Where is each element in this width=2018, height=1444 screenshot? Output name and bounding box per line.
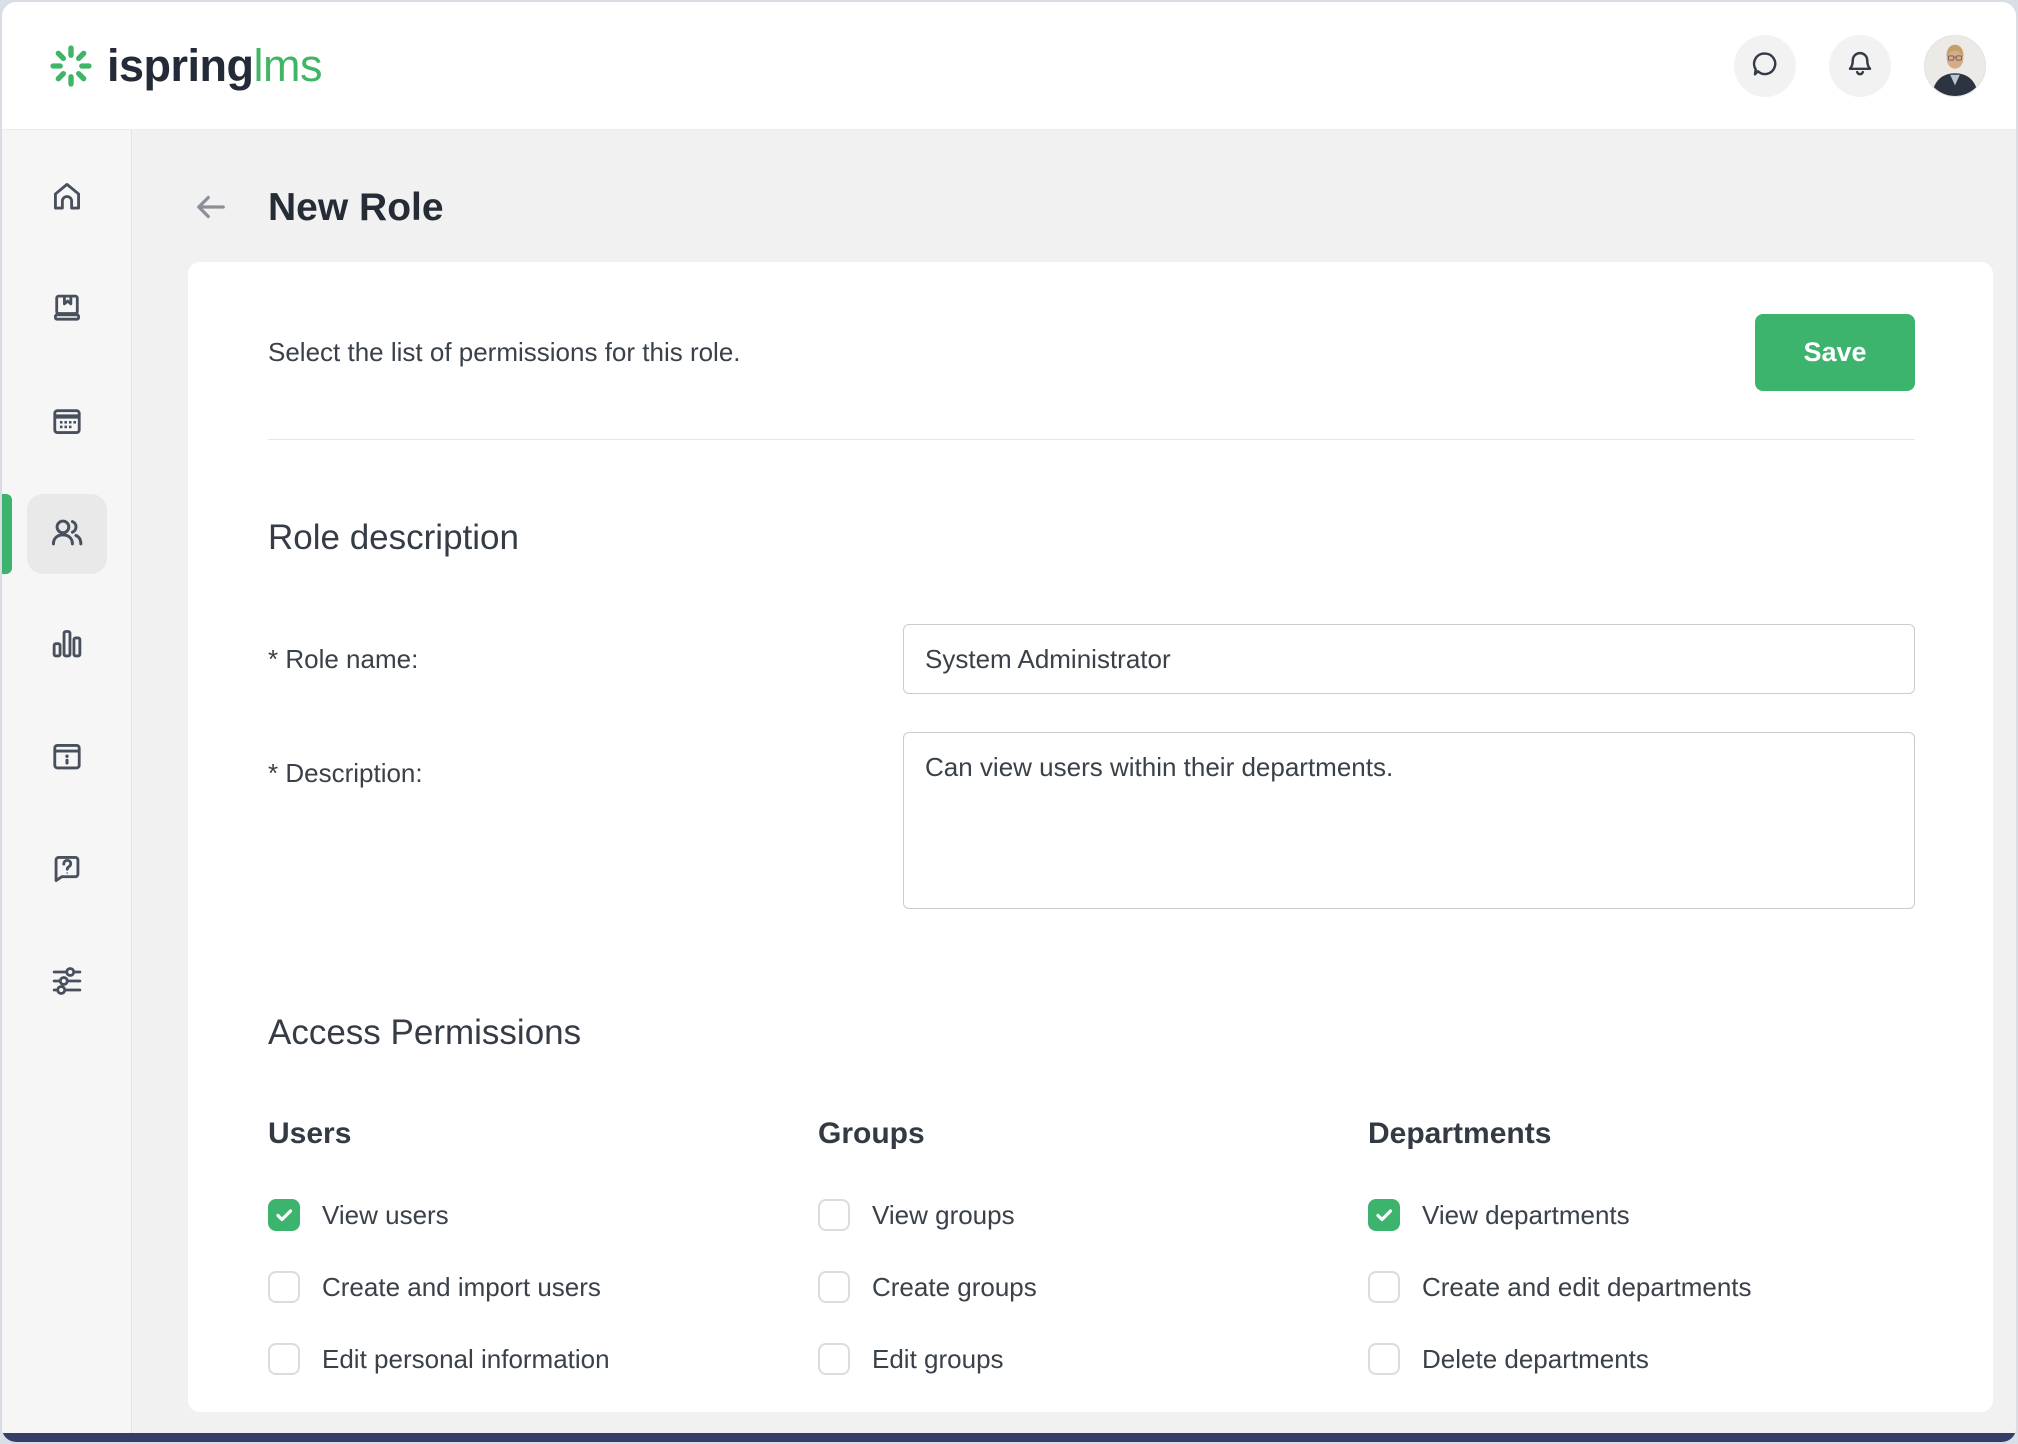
permission-label: Delete departments [1422,1344,1649,1375]
permission-label: Edit groups [872,1344,1004,1375]
save-button[interactable]: Save [1755,314,1915,391]
checkbox[interactable] [818,1343,850,1375]
permission-label: View users [322,1200,449,1231]
checkbox[interactable] [1368,1271,1400,1303]
description-row: * Description: Can view users within the… [268,732,1915,909]
role-description-heading: Role description [268,518,1915,558]
checkbox[interactable] [268,1199,300,1231]
permission-create-edit-departments[interactable]: Create and edit departments [1368,1271,1915,1303]
permission-label: View groups [872,1200,1015,1231]
page-header: New Role [132,130,2016,230]
calendar-icon [49,403,85,442]
info-window-icon [49,739,85,778]
app-window: ispringlms [0,0,2018,1444]
back-arrow-icon [192,188,230,229]
permission-label: Create and import users [322,1272,601,1303]
header-actions [1734,35,1986,97]
new-role-card: Select the list of permissions for this … [188,262,1993,1412]
sidebar-item-users[interactable] [27,494,107,574]
sidebar-item-settings[interactable] [27,942,107,1022]
permissions-column-departments: Departments View departments Create and [1368,1117,1915,1375]
user-avatar[interactable] [1924,35,1986,97]
permission-view-users[interactable]: View users [268,1199,818,1231]
permission-view-departments[interactable]: View departments [1368,1199,1915,1231]
sidebar-item-help[interactable] [27,830,107,910]
card-top-row: Select the list of permissions for this … [268,314,1915,391]
ispring-flower-icon [48,43,94,89]
home-icon [49,179,85,218]
description-textarea[interactable]: Can view users within their departments. [903,732,1915,909]
logo-text-secondary: lms [254,40,322,91]
notifications-button[interactable] [1829,35,1891,97]
checkbox[interactable] [268,1343,300,1375]
chat-button[interactable] [1734,35,1796,97]
permissions-column-title: Users [268,1117,818,1151]
help-chat-icon [49,851,85,890]
sidebar-item-reports[interactable] [27,606,107,686]
permissions-column-title: Departments [1368,1117,1915,1151]
role-name-row: * Role name: [268,624,1915,694]
permission-delete-departments[interactable]: Delete departments [1368,1343,1915,1375]
chat-icon [1749,48,1781,83]
permissions-column-users: Users View users Create and import user [268,1117,818,1375]
permission-create-import-users[interactable]: Create and import users [268,1271,818,1303]
permission-label: Create and edit departments [1422,1272,1752,1303]
role-name-input[interactable] [903,624,1915,694]
permission-create-groups[interactable]: Create groups [818,1271,1368,1303]
checkmark-icon [274,1205,294,1225]
sidebar [2,130,132,1444]
permission-label: Create groups [872,1272,1037,1303]
permission-edit-groups[interactable]: Edit groups [818,1343,1368,1375]
description-label: * Description: [268,732,903,789]
reports-chart-icon [49,627,85,666]
users-icon [48,514,86,555]
checkbox[interactable] [268,1271,300,1303]
sidebar-item-home[interactable] [27,158,107,238]
role-name-label: * Role name: [268,644,903,675]
settings-sliders-icon [49,963,85,1002]
access-permissions-heading: Access Permissions [268,1013,1915,1053]
ispring-logo: ispringlms [48,40,322,92]
window-bottom-edge [2,1433,2016,1442]
logo-text: ispringlms [107,40,322,92]
checkbox[interactable] [818,1271,850,1303]
checkbox[interactable] [1368,1199,1400,1231]
top-header: ispringlms [2,2,2016,130]
checkbox[interactable] [1368,1343,1400,1375]
permissions-column-title: Groups [818,1117,1368,1151]
page-title: New Role [268,186,444,230]
permission-view-groups[interactable]: View groups [818,1199,1368,1231]
logo-text-primary: ispring [107,40,254,91]
permissions-column-groups: Groups View groups Create groups [818,1117,1368,1375]
divider [268,439,1915,440]
back-button[interactable] [192,188,230,229]
bell-icon [1844,48,1876,83]
instruction-text: Select the list of permissions for this … [268,337,741,368]
permissions-grid: Users View users Create and import user [268,1117,1915,1375]
main-content: New Role Select the list of permissions … [132,130,2016,1444]
checkbox[interactable] [818,1199,850,1231]
courses-book-icon [49,291,85,330]
sidebar-item-courses[interactable] [27,270,107,350]
permission-edit-personal-info[interactable]: Edit personal information [268,1343,818,1375]
permission-label: View departments [1422,1200,1630,1231]
sidebar-item-info[interactable] [27,718,107,798]
checkmark-icon [1374,1205,1394,1225]
permission-label: Edit personal information [322,1344,610,1375]
sidebar-item-calendar[interactable] [27,382,107,462]
